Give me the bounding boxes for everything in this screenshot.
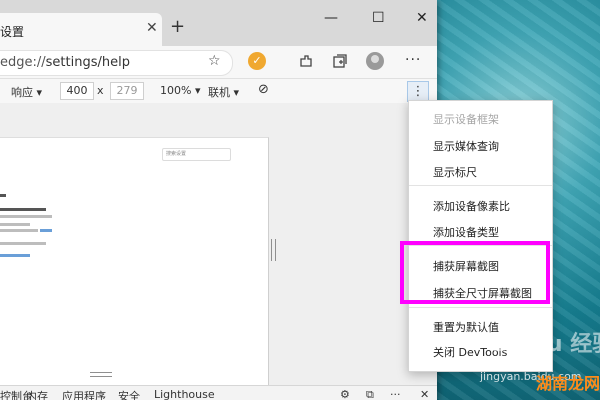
dimension-separator: x (97, 84, 104, 97)
profile-avatar[interactable] (366, 52, 384, 70)
baidu-watermark: Baidu 经验 (492, 332, 600, 357)
preview-text-line (0, 194, 6, 197)
menu-item-show-device-frame: 显示设备框架 (433, 113, 499, 126)
preview-text-line (0, 215, 52, 218)
menu-item-reset-defaults[interactable]: 重置为默认值 (433, 319, 499, 335)
preview-text-line (0, 229, 38, 232)
devtools-tabs: 控制台 内存 应用程序 安全 Lighthouse ⚙ ⧉ ··· ✕ (0, 385, 437, 400)
maximize-button[interactable]: ☐ (372, 10, 385, 26)
horizontal-resize-handle[interactable] (90, 372, 112, 377)
title-bar: 设置 ✕ + — ☐ ✕ (0, 0, 437, 46)
preview-link[interactable] (40, 229, 52, 232)
rotate-icon[interactable]: ⊘ (258, 82, 269, 97)
menu-separator (409, 307, 552, 308)
network-dropdown[interactable]: 联机 ▾ (208, 84, 239, 100)
browser-tab[interactable]: 设置 ✕ (0, 13, 162, 46)
devtools-more-icon[interactable]: ··· (390, 388, 401, 400)
tab-memory[interactable]: 内存 (26, 388, 48, 400)
devtools-close-icon[interactable]: ✕ (420, 388, 429, 400)
responsive-dropdown[interactable]: 响应 ▾ (11, 84, 42, 100)
dock-icon[interactable]: ⧉ (366, 388, 374, 400)
more-icon[interactable]: ··· (405, 52, 421, 68)
device-options-kebab-icon[interactable]: ⋮ (407, 81, 429, 102)
url-scheme: edge:// (0, 55, 46, 70)
device-preview: 搜索设置 (0, 137, 269, 386)
tab-title: 设置 (0, 25, 25, 39)
tab-security[interactable]: 安全 (118, 388, 140, 400)
tab-close-icon[interactable]: ✕ (146, 20, 158, 36)
menu-separator (409, 185, 552, 186)
menu-item-show-rulers[interactable]: 显示标尺 (433, 164, 477, 180)
menu-item-add-device-pixel-ratio[interactable]: 添加设备像素比 (433, 198, 510, 214)
tab-application[interactable]: 应用程序 (62, 388, 106, 400)
extensions-icon[interactable] (298, 53, 314, 69)
height-input[interactable]: 279 (110, 82, 144, 100)
width-input[interactable]: 400 (60, 82, 94, 100)
highlight-box (400, 241, 550, 304)
preview-text-line (0, 223, 30, 226)
settings-gear-icon[interactable]: ⚙ (340, 388, 350, 400)
new-tab-button[interactable]: + (170, 18, 185, 36)
browser-window: 设置 ✕ + — ☐ ✕ edge://settings/help ☆ ✓ ··… (0, 0, 437, 400)
extension-icon[interactable]: ✓ (248, 52, 266, 70)
favorite-star-icon[interactable]: ☆ (208, 53, 221, 69)
menu-item-show-media-queries[interactable]: 显示媒体查询 (433, 138, 499, 154)
url-text: edge://settings/help (0, 55, 130, 70)
vertical-resize-handle[interactable] (271, 239, 276, 261)
close-window-button[interactable]: ✕ (416, 10, 428, 26)
device-toolbar: 响应 ▾ 400 x 279 100% ▾ 联机 ▾ ⊘ ⋮ (0, 78, 437, 104)
collections-icon[interactable] (332, 53, 348, 69)
zoom-dropdown[interactable]: 100% ▾ (160, 84, 200, 97)
menu-item-add-device-type[interactable]: 添加设备类型 (433, 224, 499, 240)
minimize-button[interactable]: — (324, 10, 338, 26)
preview-search-input[interactable]: 搜索设置 (162, 148, 231, 161)
url-path: settings/help (45, 55, 130, 70)
preview-text-line (0, 208, 46, 211)
tab-lighthouse[interactable]: Lighthouse (154, 388, 215, 400)
preview-text-line (0, 242, 46, 245)
address-bar[interactable]: edge://settings/help ☆ (0, 50, 233, 76)
watermark-brand: 湖南龙网 (536, 374, 600, 393)
viewport-area: 搜索设置 (0, 103, 437, 386)
preview-link[interactable] (0, 254, 30, 257)
